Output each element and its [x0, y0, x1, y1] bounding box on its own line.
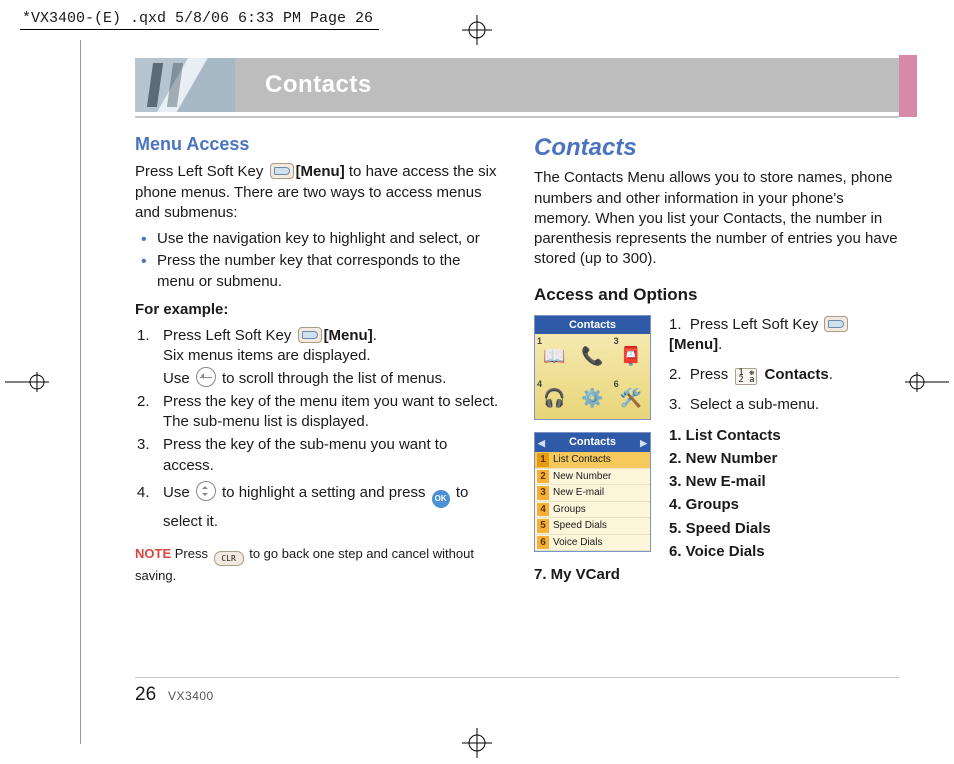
list-item: Use to highlight a setting and press OK … — [135, 479, 500, 537]
soft-key-icon — [298, 327, 322, 343]
page-number: 26 — [135, 684, 156, 705]
heading-menu-access: Menu Access — [135, 132, 500, 156]
page-footer: 26 VX3400 — [135, 677, 899, 706]
note-label: NOTE — [135, 546, 171, 561]
phone-screenshots: Contacts 1📖 📞 3📮 4🎧 ⚙️ 6🛠️ ◀Contacts▶ 1L… — [534, 315, 651, 553]
registration-mark-right — [905, 370, 949, 394]
example-steps: Press Left Soft Key [Menu]. Six menus it… — [135, 326, 500, 536]
column-right: Contacts The Contacts Menu allows you to… — [534, 132, 899, 679]
list-item: Press the number key that corresponds to… — [135, 251, 500, 292]
ok-key-icon: OK — [432, 490, 450, 508]
access-methods-list: Use the navigation key to highlight and … — [135, 229, 500, 292]
page-margin-rule — [80, 40, 81, 744]
section-tab — [899, 55, 917, 117]
banner-title: Contacts — [265, 71, 372, 99]
list-item: Press the key of the menu item you want … — [135, 392, 500, 433]
soft-key-icon — [824, 316, 848, 332]
clr-key-icon: CLR — [214, 551, 244, 566]
list-item: Press the key of the sub-menu you want t… — [135, 435, 500, 476]
file-slug: *VX3400-(E) .qxd 5/8/06 6:33 PM Page 26 — [20, 10, 379, 30]
registration-mark-bottom — [462, 728, 492, 758]
heading-contacts: Contacts — [534, 132, 899, 164]
banner-photo — [135, 58, 235, 112]
page-content: Menu Access Press Left Soft Key [Menu] t… — [135, 132, 899, 679]
model-number: VX3400 — [168, 689, 214, 703]
note: NOTE Press CLR to go back one step and c… — [135, 544, 500, 586]
nav-vertical-icon — [196, 481, 216, 501]
list-item: Press Left Soft Key [Menu]. Six menus it… — [135, 326, 500, 389]
registration-mark-left — [5, 370, 49, 394]
intro-paragraph: Press Left Soft Key [Menu] to have acces… — [135, 162, 500, 223]
screen-contacts-list: ◀Contacts▶ 1List Contacts 2New Number 3N… — [534, 432, 651, 552]
screen-contacts-grid: Contacts 1📖 📞 3📮 4🎧 ⚙️ 6🛠️ — [534, 315, 651, 421]
example-heading: For example: — [135, 300, 500, 320]
heading-access-options: Access and Options — [534, 284, 899, 307]
list-item: Use the navigation key to highlight and … — [135, 229, 500, 249]
soft-key-icon — [270, 163, 294, 179]
list-item: 7. My VCard — [534, 565, 899, 585]
contacts-intro: The Contacts Menu allows you to store na… — [534, 168, 899, 269]
key-1-2-icon: 1 ❋2 a — [735, 368, 757, 385]
registration-mark-top — [462, 15, 492, 45]
banner-underline — [135, 116, 899, 118]
chapter-banner: Contacts — [135, 58, 899, 112]
column-left: Menu Access Press Left Soft Key [Menu] t… — [135, 132, 500, 679]
nav-horizontal-icon — [196, 367, 216, 387]
